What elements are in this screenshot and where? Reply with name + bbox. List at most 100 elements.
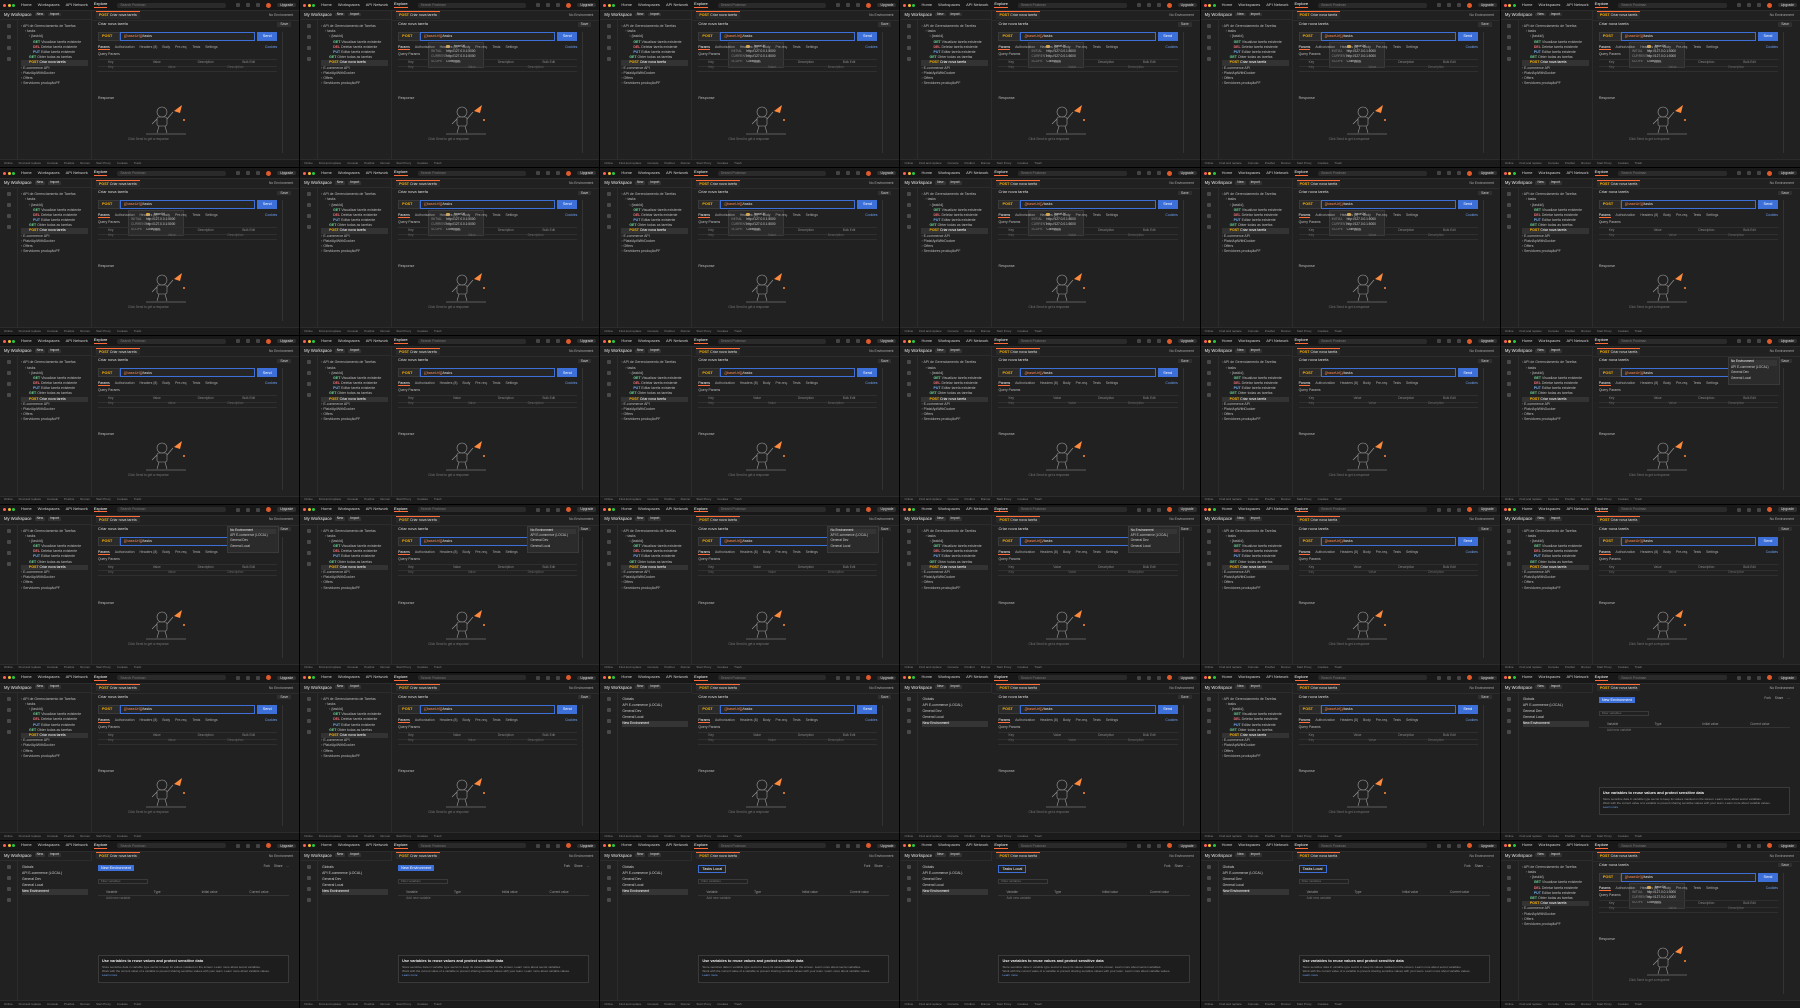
upgrade-button[interactable]: Upgrade xyxy=(1177,2,1197,8)
close-window-icon[interactable] xyxy=(3,676,6,680)
apps-icon[interactable] xyxy=(606,729,611,734)
collections-icon[interactable] xyxy=(906,192,911,197)
request-tab[interactable]: Authorization xyxy=(1015,550,1035,555)
footer-item[interactable]: Start Proxy xyxy=(396,834,411,839)
history-icon[interactable] xyxy=(1207,214,1212,219)
import-button[interactable]: Import xyxy=(48,348,62,353)
vertical-scrollbar[interactable] xyxy=(882,536,884,658)
request-tab[interactable]: Params xyxy=(1298,381,1311,387)
apps-icon[interactable] xyxy=(6,561,11,566)
request-tab[interactable]: Headers (8) xyxy=(1340,718,1358,723)
nav-explore[interactable]: Explore xyxy=(394,842,408,849)
import-button[interactable]: Import xyxy=(648,180,662,185)
footer-item[interactable]: Console xyxy=(1548,498,1559,502)
fork-button[interactable]: Fork xyxy=(564,864,570,869)
url-input[interactable]: {{baseUrl}}/tasks xyxy=(720,200,856,210)
method-select[interactable]: POST xyxy=(98,536,120,546)
nav-api-network[interactable]: API Network xyxy=(666,506,688,512)
request-tab[interactable]: Body xyxy=(763,45,771,50)
footer-item[interactable]: Trash xyxy=(1034,161,1042,166)
import-button[interactable]: Import xyxy=(648,853,662,858)
footer-item[interactable]: Start Proxy xyxy=(1597,161,1612,166)
vertical-scrollbar[interactable] xyxy=(582,536,584,658)
send-button[interactable]: Send xyxy=(557,368,578,378)
save-button[interactable]: Save xyxy=(1478,358,1492,363)
send-button[interactable]: Send xyxy=(1457,32,1478,41)
nav-api-network[interactable]: API Network xyxy=(666,338,688,344)
description-field[interactable]: Description xyxy=(217,570,277,575)
key-field[interactable]: Key xyxy=(398,570,458,575)
new-button[interactable]: New xyxy=(1235,684,1246,690)
environment-selector[interactable]: No Environment xyxy=(869,517,893,521)
import-button[interactable]: Import xyxy=(648,348,662,353)
send-button[interactable]: Send xyxy=(1157,368,1178,378)
chevron-right-icon[interactable]: › xyxy=(21,570,22,574)
history-icon[interactable] xyxy=(906,718,911,723)
request-tab[interactable]: Tests xyxy=(1393,550,1401,555)
invite-icon[interactable] xyxy=(1736,339,1741,344)
more-icon[interactable]: ... xyxy=(1787,696,1790,701)
new-button[interactable]: New xyxy=(34,12,46,17)
nav-api-network[interactable]: API Network xyxy=(966,338,988,344)
import-button[interactable]: Import xyxy=(948,348,962,353)
request-tab[interactable]: Params xyxy=(398,550,410,555)
footer-item[interactable]: Trash xyxy=(1334,329,1342,334)
request-tab[interactable]: Pre-req. xyxy=(775,550,787,555)
request-title[interactable]: Criar nova tarefa xyxy=(98,21,128,27)
user-avatar[interactable] xyxy=(1166,338,1172,344)
value-field[interactable]: Value xyxy=(1058,233,1118,238)
chevron-right-icon[interactable]: › xyxy=(1230,203,1231,207)
request-tab[interactable]: Params xyxy=(98,45,110,51)
send-button[interactable]: Send xyxy=(1157,200,1178,210)
request-tab[interactable]: Body xyxy=(763,550,771,555)
environments-icon[interactable] xyxy=(306,371,311,376)
value-field[interactable]: Value xyxy=(458,570,518,575)
request-tab[interactable]: Settings xyxy=(1106,550,1118,555)
request-tab[interactable]: Body xyxy=(763,381,771,386)
apps-icon[interactable] xyxy=(606,225,611,230)
window-controls[interactable] xyxy=(603,3,616,7)
chevron-right-icon[interactable]: › xyxy=(1526,197,1527,201)
close-window-icon[interactable] xyxy=(3,339,6,343)
footer-item[interactable]: Postbot xyxy=(965,498,975,502)
footer-item[interactable]: Find and replace xyxy=(319,161,341,166)
apps-icon[interactable] xyxy=(1207,57,1212,61)
tree-item[interactable]: › Servidores produçãoPF xyxy=(21,754,88,759)
minimize-window-icon[interactable] xyxy=(607,339,611,343)
minimize-window-icon[interactable] xyxy=(1208,171,1212,175)
maximize-window-icon[interactable] xyxy=(12,171,15,175)
new-button[interactable]: New xyxy=(634,516,646,521)
invite-icon[interactable] xyxy=(836,3,841,7)
apps-icon[interactable] xyxy=(606,897,611,902)
url-input[interactable]: {{baseUrl}}/tasks xyxy=(1020,32,1156,41)
maximize-window-icon[interactable] xyxy=(612,3,616,7)
params-empty-row[interactable]: Key Value Description xyxy=(398,570,578,577)
nav-home[interactable]: Home xyxy=(21,843,32,848)
footer-item[interactable]: Online xyxy=(1205,666,1214,670)
history-icon[interactable] xyxy=(306,46,311,50)
window-controls[interactable] xyxy=(303,339,316,343)
chevron-right-icon[interactable]: › xyxy=(1222,66,1223,70)
global-search-input[interactable]: Search Postman xyxy=(1017,675,1127,681)
footer-item[interactable]: Start Proxy xyxy=(96,1002,111,1007)
environment-selector[interactable]: No Environment xyxy=(269,517,293,521)
nav-api-network[interactable]: API Network xyxy=(366,170,388,176)
settings-gear-icon[interactable] xyxy=(846,3,851,7)
more-icon[interactable]: ... xyxy=(887,864,890,869)
footer-item[interactable]: Trash xyxy=(1334,666,1342,670)
request-tab[interactable]: Params xyxy=(1598,45,1611,51)
nav-workspaces[interactable]: Workspaces xyxy=(638,2,660,8)
chevron-right-icon[interactable]: › xyxy=(1526,366,1527,370)
maximize-window-icon[interactable] xyxy=(1512,508,1516,511)
request-tab[interactable]: Tests xyxy=(192,213,200,218)
workspace-name[interactable]: My Workspace xyxy=(4,516,32,521)
global-search-input[interactable]: Search Postman xyxy=(717,843,827,849)
save-button[interactable]: Save xyxy=(277,358,292,363)
workspace-name[interactable]: My Workspace xyxy=(304,685,332,690)
key-field[interactable]: Key xyxy=(98,65,158,70)
upgrade-button[interactable]: Upgrade xyxy=(577,339,597,344)
footer-item[interactable]: Online xyxy=(304,161,313,166)
upgrade-button[interactable]: Upgrade xyxy=(577,507,597,512)
footer-item[interactable]: Start Proxy xyxy=(96,666,111,670)
value-field[interactable]: Value xyxy=(1058,570,1118,575)
